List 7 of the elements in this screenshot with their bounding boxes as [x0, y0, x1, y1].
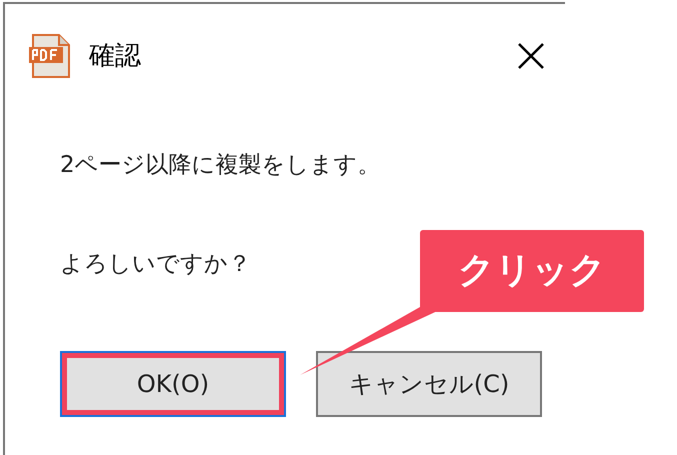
callout-label: クリック: [420, 230, 644, 312]
pdf-file-icon: [27, 33, 73, 79]
window-title: 確認: [89, 40, 141, 72]
dialog-button[interactable]: OK(O): [60, 351, 286, 417]
message-text: よろしいですか？: [60, 250, 251, 278]
dialog-button[interactable]: キャンセル(C): [316, 351, 542, 417]
message-text: 2ページ以降に複製をします。: [60, 151, 381, 180]
